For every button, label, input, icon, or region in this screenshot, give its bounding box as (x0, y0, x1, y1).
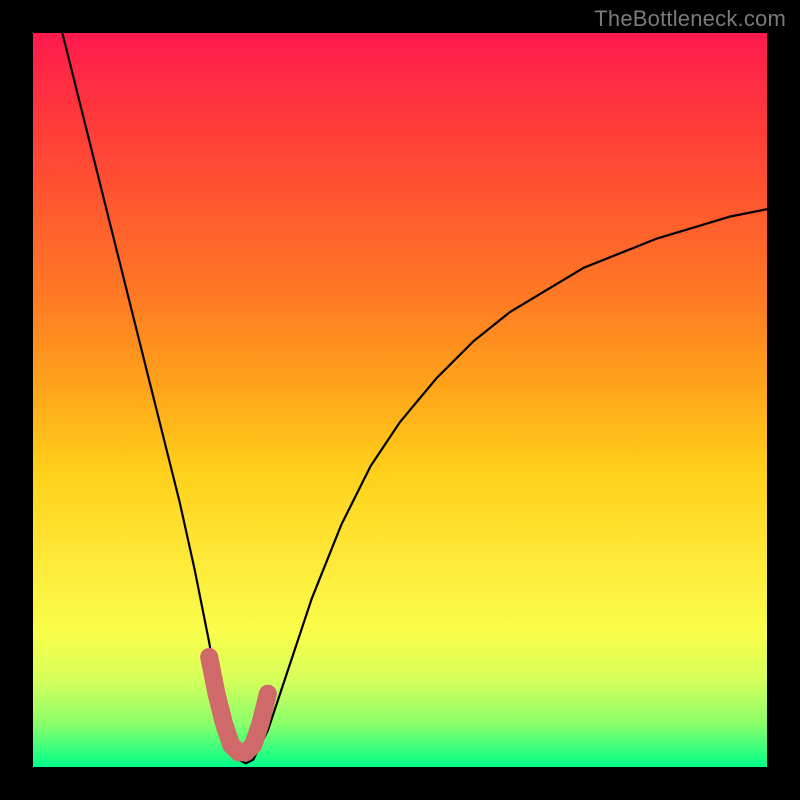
bottleneck-curve (62, 33, 767, 763)
curve-svg (33, 33, 767, 767)
plot-area (33, 33, 767, 767)
bottom-highlight (209, 657, 268, 752)
attribution-text: TheBottleneck.com (594, 6, 786, 32)
chart-frame: TheBottleneck.com (0, 0, 800, 800)
